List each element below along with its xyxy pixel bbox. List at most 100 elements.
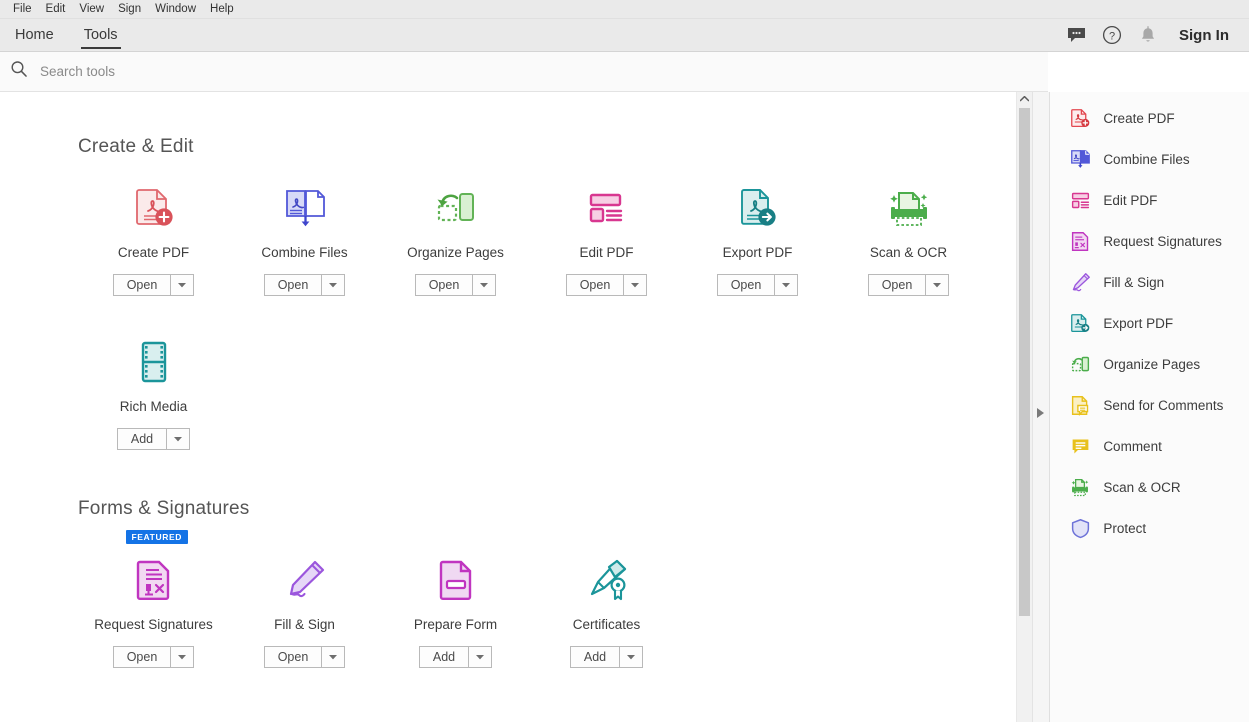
chevron-down-icon[interactable] xyxy=(321,646,346,668)
add-button[interactable]: Add xyxy=(418,646,469,668)
open-button[interactable]: Open xyxy=(263,274,322,296)
tool-button-group: Open xyxy=(414,274,497,296)
tool-label: Export PDF xyxy=(722,245,793,260)
panel-item-label: Create PDF xyxy=(1103,111,1175,126)
menu-item-help[interactable]: Help xyxy=(203,0,241,18)
chevron-down-icon[interactable] xyxy=(623,274,648,296)
export-pdf-icon xyxy=(735,184,781,232)
tool-card-organize-pages[interactable]: Organize Pages Open xyxy=(380,166,531,296)
panel-item-label: Scan & OCR xyxy=(1103,480,1181,495)
tool-row-forms-signatures-1: FEATURED Request Signatures Open Fill & … xyxy=(0,528,1016,668)
right-tools-panel: Create PDF Combine Files Edit PDF Reques… xyxy=(1050,92,1249,722)
menu-item-window[interactable]: Window xyxy=(148,0,203,18)
tool-label: Scan & OCR xyxy=(869,245,948,260)
tool-card-certificates[interactable]: Certificates Add xyxy=(531,528,682,668)
tool-button-group: Add xyxy=(116,428,191,450)
request-signatures-icon xyxy=(1069,231,1091,253)
scrollbar-thumb[interactable] xyxy=(1019,108,1031,616)
panel-item-request-signatures[interactable]: Request Signatures xyxy=(1050,221,1249,262)
menu-item-view[interactable]: View xyxy=(72,0,111,18)
search-icon xyxy=(10,60,28,83)
panel-item-export-pdf[interactable]: Export PDF xyxy=(1050,303,1249,344)
featured-badge: FEATURED xyxy=(125,530,188,544)
search-bar xyxy=(0,52,1048,92)
section-title-forms-signatures: Forms & Signatures xyxy=(78,498,250,519)
chevron-down-icon[interactable] xyxy=(170,274,195,296)
combine-files-icon xyxy=(1069,149,1091,171)
tool-card-rich-media[interactable]: Rich Media Add xyxy=(78,320,229,450)
scan-ocr-icon xyxy=(1069,477,1091,499)
triangle-right-icon[interactable] xyxy=(1037,405,1045,423)
panel-item-comment[interactable]: Comment xyxy=(1050,426,1249,467)
help-icon[interactable]: ? xyxy=(1097,20,1127,50)
edit-pdf-icon xyxy=(1069,190,1091,212)
panel-item-label: Protect xyxy=(1103,521,1147,536)
tool-button-group: Open xyxy=(867,274,950,296)
tab-tools[interactable]: Tools xyxy=(69,19,133,51)
tool-card-request-signatures[interactable]: FEATURED Request Signatures Open xyxy=(78,528,229,668)
panel-item-create-pdf[interactable]: Create PDF xyxy=(1050,98,1249,139)
panel-item-protect[interactable]: Protect xyxy=(1050,508,1249,549)
sign-in-button[interactable]: Sign In xyxy=(1169,27,1235,44)
tool-label: Rich Media xyxy=(119,399,188,414)
bell-icon[interactable] xyxy=(1133,20,1163,50)
open-button[interactable]: Open xyxy=(565,274,624,296)
panel-item-organize-pages[interactable]: Organize Pages xyxy=(1050,344,1249,385)
create-pdf-icon xyxy=(131,184,177,232)
tool-card-combine-files[interactable]: Combine Files Open xyxy=(229,166,380,296)
panel-item-scan-ocr[interactable]: Scan & OCR xyxy=(1050,467,1249,508)
open-button[interactable]: Open xyxy=(716,274,775,296)
chevron-down-icon[interactable] xyxy=(468,646,493,668)
chevron-down-icon[interactable] xyxy=(166,428,191,450)
panel-splitter[interactable] xyxy=(1032,92,1051,722)
tool-label: Request Signatures xyxy=(94,617,213,632)
panel-item-label: Edit PDF xyxy=(1103,193,1158,208)
tool-label: Fill & Sign xyxy=(274,617,335,632)
combine-files-icon xyxy=(282,184,328,232)
open-button[interactable]: Open xyxy=(414,274,473,296)
panel-item-combine-files[interactable]: Combine Files xyxy=(1050,139,1249,180)
comment-icon[interactable] xyxy=(1061,20,1091,50)
vertical-scrollbar[interactable] xyxy=(1016,92,1033,722)
tab-bar: Home Tools ? Sign In xyxy=(0,19,1249,52)
tool-label: Certificates xyxy=(572,617,641,632)
chevron-down-icon[interactable] xyxy=(619,646,644,668)
chevron-down-icon[interactable] xyxy=(925,274,950,296)
request-signatures-icon xyxy=(133,556,175,604)
menu-bar: File Edit View Sign Window Help xyxy=(0,0,1249,19)
body: Create & Edit Create PDF Open Combine Fi… xyxy=(0,92,1249,722)
create-pdf-icon xyxy=(1069,108,1091,130)
menu-item-edit[interactable]: Edit xyxy=(39,0,73,18)
chevron-down-icon[interactable] xyxy=(321,274,346,296)
panel-item-fill-sign[interactable]: Fill & Sign xyxy=(1050,262,1249,303)
open-button[interactable]: Open xyxy=(867,274,926,296)
tool-button-group: Open xyxy=(565,274,648,296)
chevron-down-icon[interactable] xyxy=(774,274,799,296)
open-button[interactable]: Open xyxy=(112,274,171,296)
open-button[interactable]: Open xyxy=(112,646,171,668)
chevron-up-icon[interactable] xyxy=(1017,92,1032,106)
tool-card-fill-sign[interactable]: Fill & Sign Open xyxy=(229,528,380,668)
panel-item-send-for-comments[interactable]: Send for Comments xyxy=(1050,385,1249,426)
tab-home[interactable]: Home xyxy=(0,19,69,51)
tool-label: Organize Pages xyxy=(407,245,504,260)
menu-item-sign[interactable]: Sign xyxy=(111,0,148,18)
add-button[interactable]: Add xyxy=(116,428,167,450)
edit-pdf-icon xyxy=(584,184,630,232)
chevron-down-icon[interactable] xyxy=(170,646,195,668)
open-button[interactable]: Open xyxy=(263,646,322,668)
tool-card-export-pdf[interactable]: Export PDF Open xyxy=(682,166,833,296)
search-input[interactable] xyxy=(38,63,442,80)
chevron-down-icon[interactable] xyxy=(472,274,497,296)
panel-item-edit-pdf[interactable]: Edit PDF xyxy=(1050,180,1249,221)
tool-card-create-pdf[interactable]: Create PDF Open xyxy=(78,166,229,296)
certificates-icon xyxy=(584,556,630,604)
scan-ocr-icon xyxy=(885,184,933,232)
tool-card-scan-ocr[interactable]: Scan & OCR Open xyxy=(833,166,984,296)
tool-card-prepare-form[interactable]: Prepare Form Add xyxy=(380,528,531,668)
tool-card-edit-pdf[interactable]: Edit PDF Open xyxy=(531,166,682,296)
tool-button-group: Open xyxy=(112,646,195,668)
export-pdf-icon xyxy=(1069,313,1091,335)
add-button[interactable]: Add xyxy=(569,646,620,668)
menu-item-file[interactable]: File xyxy=(6,0,39,18)
